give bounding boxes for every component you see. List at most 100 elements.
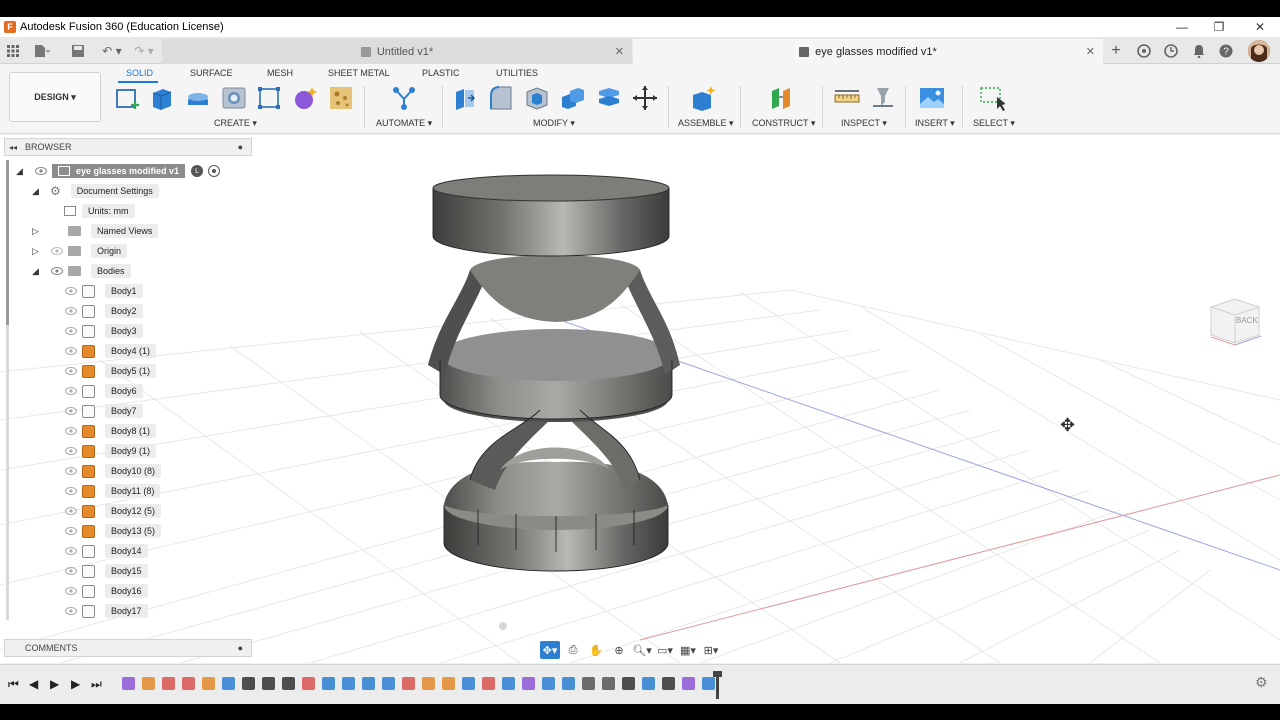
viewports-icon[interactable]: ⊞▾	[701, 641, 721, 659]
offset-plane-icon[interactable]	[768, 84, 796, 112]
activate-radio-icon[interactable]	[208, 165, 221, 177]
visibility-eye-icon[interactable]	[64, 466, 78, 476]
collapse-toggle-icon[interactable]: ◢	[32, 266, 44, 277]
timeline-first-icon[interactable]: ⏮	[8, 677, 19, 692]
viewcube[interactable]: BACK	[1205, 293, 1263, 349]
tree-row-body[interactable]: Body16	[64, 582, 148, 600]
tree-row-body[interactable]: Body10 (8)	[64, 462, 162, 480]
timeline-feature-icon[interactable]	[482, 677, 495, 690]
timeline-feature-icon[interactable]	[362, 677, 375, 690]
tab-untitled[interactable]: Untitled v1* ✕	[162, 39, 632, 64]
timeline-last-icon[interactable]: ⏭	[91, 677, 102, 692]
visibility-eye-icon[interactable]	[50, 246, 64, 256]
tree-row-body[interactable]: Body14	[64, 542, 148, 560]
group-modify-label[interactable]: MODIFY ▾	[533, 118, 575, 129]
insert-decal-icon[interactable]	[327, 84, 355, 112]
collapse-browser-icon[interactable]: ◂◂	[9, 143, 17, 152]
minimize-button[interactable]: —	[1162, 17, 1202, 37]
timeline-feature-icon[interactable]	[222, 677, 235, 690]
expand-toggle-icon[interactable]: ▷	[32, 226, 44, 237]
timeline-feature-icon[interactable]	[402, 677, 415, 690]
timeline-play-icon[interactable]: ▶	[50, 677, 59, 691]
timeline-feature-icon[interactable]	[202, 677, 215, 690]
pan-hand-icon[interactable]: ✋	[586, 641, 606, 659]
timeline-feature-icon[interactable]	[322, 677, 335, 690]
workspace-switcher-button[interactable]: DESIGN ▾	[9, 72, 101, 122]
orbit-tool-icon[interactable]: ✥▾	[540, 641, 560, 659]
visibility-eye-icon[interactable]	[64, 586, 78, 596]
visibility-eye-icon[interactable]	[64, 446, 78, 456]
timeline-feature-icon[interactable]	[262, 677, 275, 690]
visibility-eye-icon[interactable]	[34, 166, 48, 176]
tree-row-body[interactable]: Body12 (5)	[64, 502, 162, 520]
timeline-feature-icon[interactable]	[282, 677, 295, 690]
tree-row-bodies[interactable]: ◢ Bodies	[32, 262, 131, 280]
tab-surface[interactable]: SURFACE	[190, 68, 233, 78]
file-menu-icon[interactable]	[32, 41, 52, 60]
tree-root-row[interactable]: ◢ eye glasses modified v1 L	[16, 162, 221, 180]
timeline-feature-icon[interactable]	[442, 677, 455, 690]
browser-panel-header[interactable]: ◂◂ BROWSER ●	[4, 138, 252, 156]
measure-icon[interactable]	[833, 84, 861, 112]
move-copy-icon[interactable]	[631, 84, 659, 112]
restore-button[interactable]: ❐	[1199, 17, 1239, 37]
timeline-feature-icon[interactable]	[702, 677, 715, 690]
timeline-feature-icon[interactable]	[522, 677, 535, 690]
tree-row-units[interactable]: Units: mm	[64, 202, 135, 220]
visibility-eye-icon[interactable]	[64, 606, 78, 616]
visibility-eye-icon[interactable]	[64, 526, 78, 536]
tree-row-body[interactable]: Body17	[64, 602, 148, 620]
timeline-feature-icon[interactable]	[582, 677, 595, 690]
group-construct-label[interactable]: CONSTRUCT ▾	[752, 118, 815, 129]
visibility-eye-icon[interactable]	[64, 566, 78, 576]
tree-row-body[interactable]: Body4 (1)	[64, 342, 157, 360]
timeline-feature-icon[interactable]	[662, 677, 675, 690]
tree-row-body[interactable]: Body15	[64, 562, 148, 580]
group-assemble-label[interactable]: ASSEMBLE ▾	[678, 118, 734, 129]
close-tab-icon[interactable]: ✕	[615, 45, 624, 58]
comments-panel-header[interactable]: COMMENTS ●	[4, 639, 252, 657]
tab-utilities[interactable]: UTILITIES	[496, 68, 538, 78]
hole-icon[interactable]	[220, 84, 248, 112]
align-icon[interactable]	[595, 84, 623, 112]
extensions-icon[interactable]	[1134, 41, 1154, 61]
browser-pin-icon[interactable]: ●	[238, 142, 243, 152]
notifications-bell-icon[interactable]	[1189, 41, 1209, 61]
job-status-clock-icon[interactable]	[1161, 41, 1181, 61]
timeline-feature-icon[interactable]	[182, 677, 195, 690]
zoom-window-icon[interactable]: ⊕	[609, 641, 629, 659]
close-window-button[interactable]: ✕	[1240, 17, 1280, 37]
interference-icon[interactable]	[869, 84, 897, 112]
new-component-icon[interactable]	[690, 84, 718, 112]
group-automate-label[interactable]: AUTOMATE ▾	[376, 118, 432, 129]
visibility-eye-icon[interactable]	[64, 346, 78, 356]
redo-icon[interactable]: ↷ ▾	[130, 41, 158, 60]
timeline-feature-icon[interactable]	[342, 677, 355, 690]
tree-row-document-settings[interactable]: ◢ ⚙ Document Settings	[32, 182, 159, 200]
tab-plastic[interactable]: PLASTIC	[422, 68, 460, 78]
group-insert-label[interactable]: INSERT ▾	[915, 118, 955, 129]
combine-icon[interactable]	[559, 84, 587, 112]
group-select-label[interactable]: SELECT ▾	[973, 118, 1015, 129]
timeline-feature-icon[interactable]	[462, 677, 475, 690]
insert-canvas-icon[interactable]	[918, 84, 946, 112]
timeline-feature-icon[interactable]	[562, 677, 575, 690]
revolve-icon[interactable]	[184, 84, 212, 112]
grid-settings-icon[interactable]: ▦▾	[678, 641, 698, 659]
tree-row-body[interactable]: Body11 (8)	[64, 482, 161, 500]
data-panel-grid-icon[interactable]	[5, 41, 21, 60]
timeline-feature-icon[interactable]	[642, 677, 655, 690]
visibility-eye-icon[interactable]	[50, 266, 64, 276]
tree-row-body[interactable]: Body1	[64, 282, 143, 300]
tree-row-body[interactable]: Body7	[64, 402, 143, 420]
collapse-toggle-icon[interactable]: ◢	[16, 166, 28, 177]
tree-row-body[interactable]: Body5 (1)	[64, 362, 157, 380]
new-tab-plus-icon[interactable]: +	[1106, 41, 1126, 61]
tree-row-body[interactable]: Body8 (1)	[64, 422, 157, 440]
visibility-eye-icon[interactable]	[64, 406, 78, 416]
visibility-eye-icon[interactable]	[64, 426, 78, 436]
timeline-feature-icon[interactable]	[142, 677, 155, 690]
timeline-marker[interactable]	[713, 671, 722, 699]
tree-row-body[interactable]: Body6	[64, 382, 143, 400]
timeline-feature-icon[interactable]	[602, 677, 615, 690]
